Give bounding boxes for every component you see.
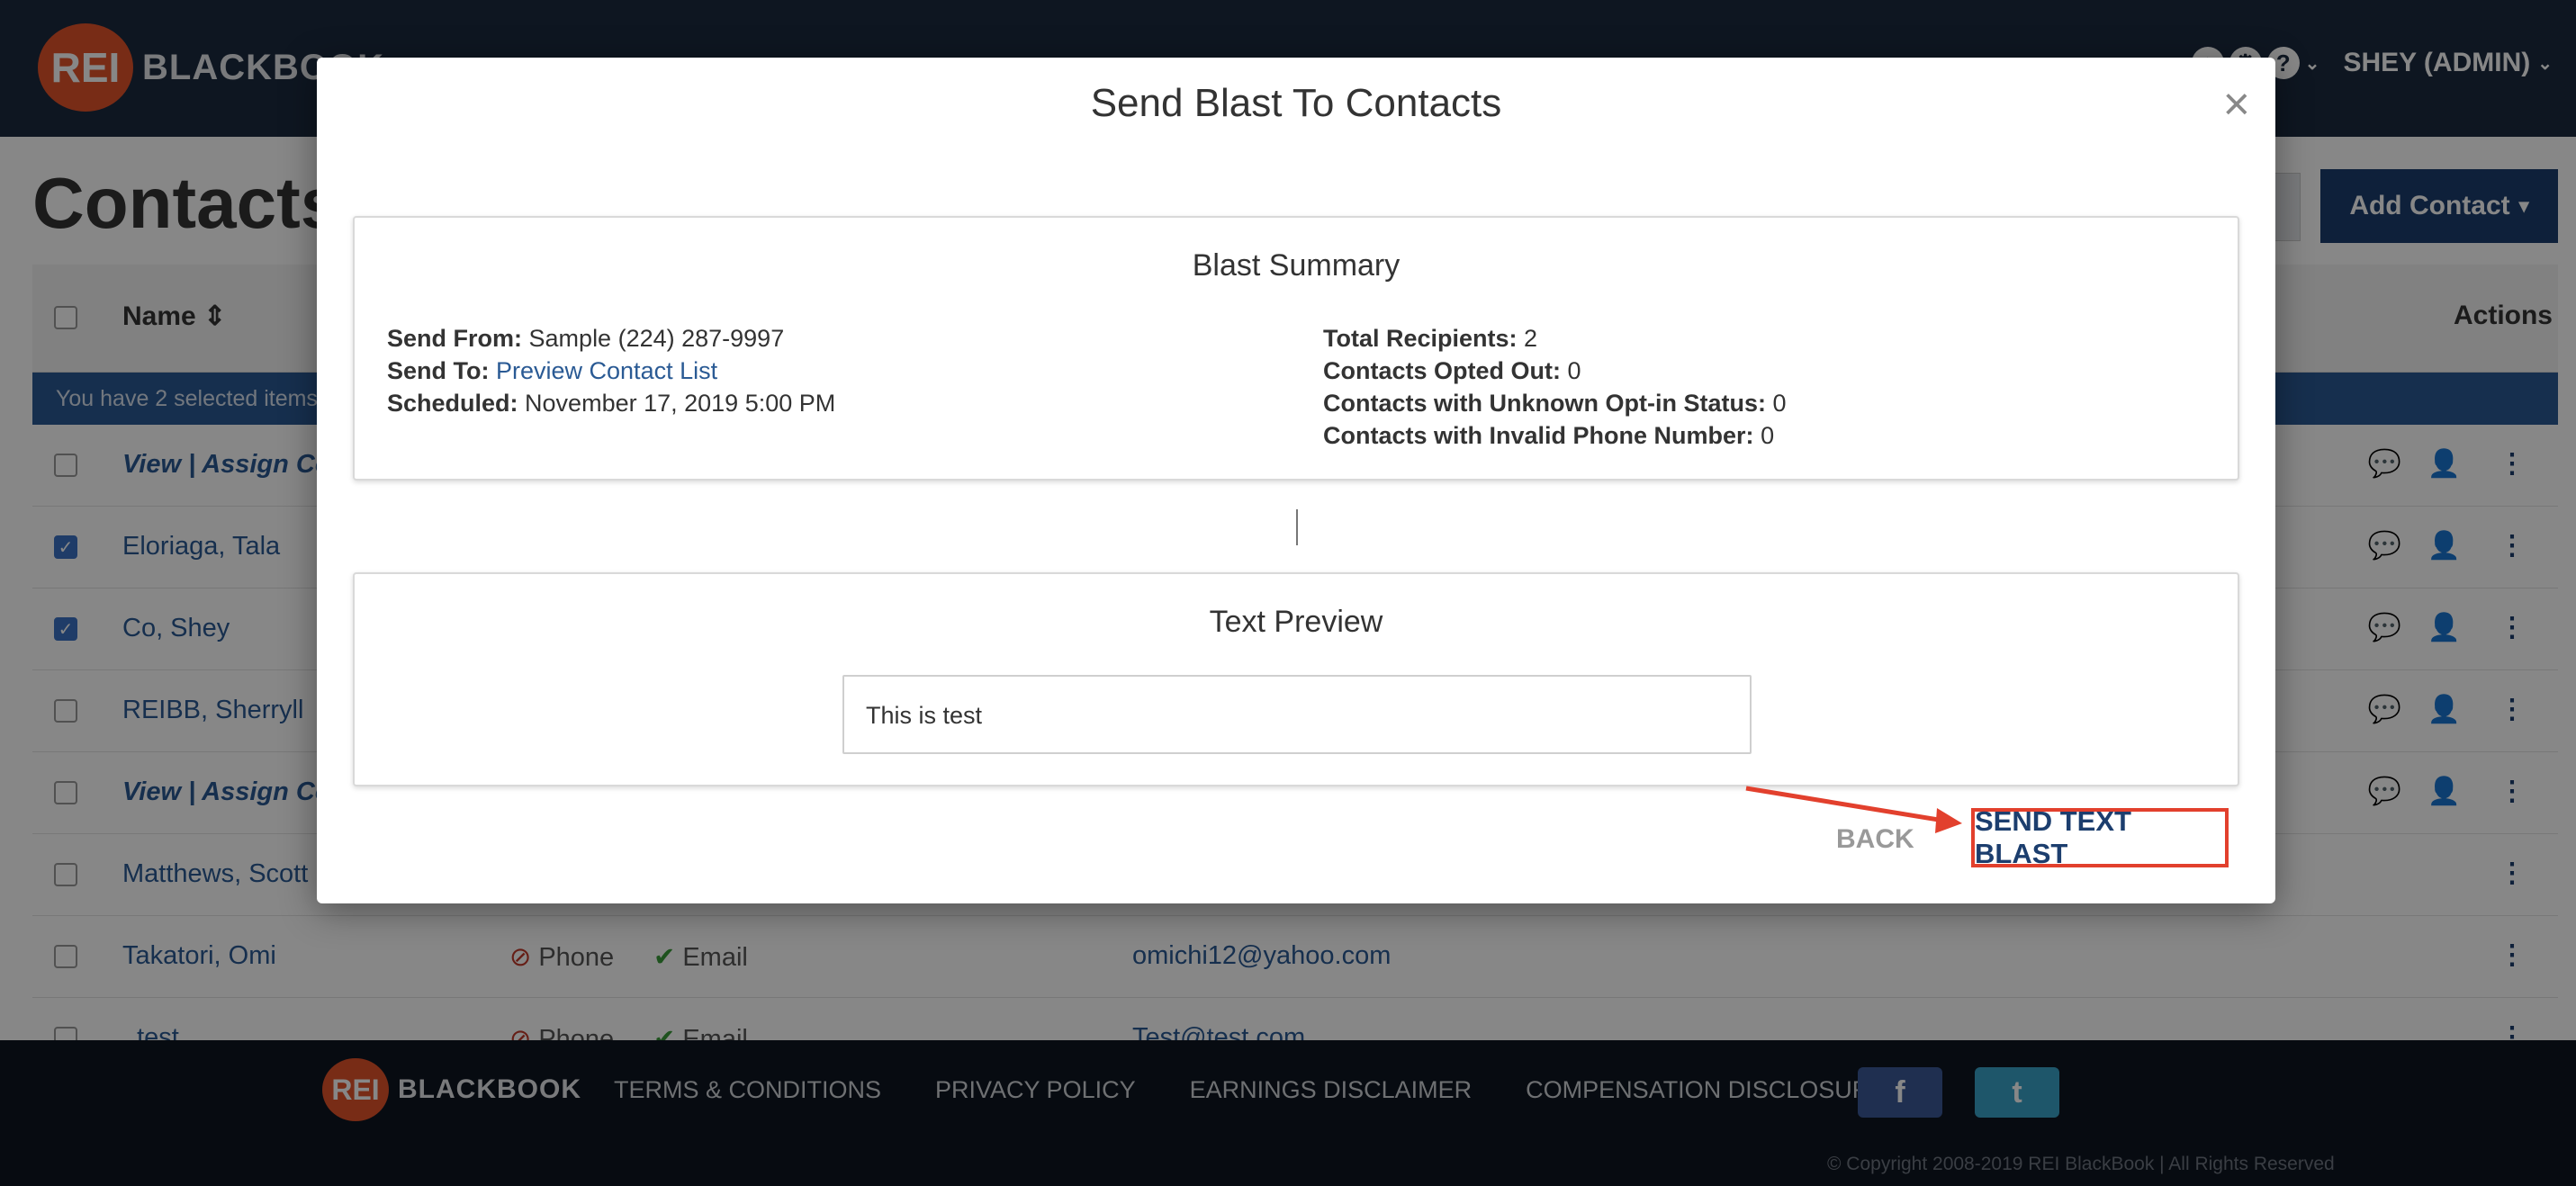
send-blast-modal: Send Blast To Contacts × Blast Summary S… — [317, 58, 2275, 903]
text-preview-title: Text Preview — [1209, 605, 1383, 639]
opted-out-line: Contacts Opted Out: 0 — [1323, 357, 1581, 384]
send-text-blast-button[interactable]: SEND TEXT BLAST — [1971, 805, 2229, 869]
scheduled-line: Scheduled: November 17, 2019 5:00 PM — [387, 390, 836, 417]
total-recipients-line: Total Recipients: 2 — [1323, 325, 1538, 352]
back-button[interactable]: BACK — [1836, 824, 1914, 855]
blast-summary-panel: Blast Summary Send From: Sample (224) 28… — [353, 216, 2239, 481]
blast-summary-title: Blast Summary — [1192, 248, 1401, 283]
summary-right-column: Total Recipients: 2 Contacts Opted Out: … — [1323, 322, 1787, 452]
unknown-optin-line: Contacts with Unknown Opt-in Status: 0 — [1323, 390, 1787, 417]
text-preview-panel: Text Preview This is test — [353, 572, 2239, 786]
send-to-line: Send To: Preview Contact List — [387, 357, 718, 384]
invalid-phone-line: Contacts with Invalid Phone Number: 0 — [1323, 422, 1775, 449]
close-icon[interactable]: × — [2223, 77, 2250, 131]
summary-left-column: Send From: Sample (224) 287-9997 Send To… — [387, 322, 835, 419]
send-from-line: Send From: Sample (224) 287-9997 — [387, 325, 785, 352]
connector-line — [1296, 509, 1298, 545]
preview-contact-list-link[interactable]: Preview Contact List — [496, 357, 717, 384]
message-preview: This is test — [842, 675, 1752, 754]
modal-title: Send Blast To Contacts — [1090, 81, 1502, 125]
